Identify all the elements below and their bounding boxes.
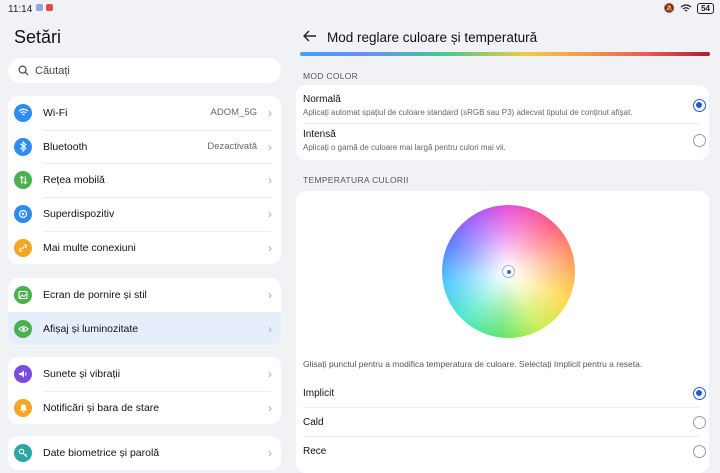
detail-title: Mod reglare culoare și temperatură [327, 30, 538, 45]
radio-warm[interactable] [693, 416, 706, 429]
color-gradient-bar [300, 52, 710, 56]
display-icon [14, 319, 32, 338]
detail-pane: Mod reglare culoare și temperatură MOD C… [290, 0, 720, 473]
sidebar-item-label: Rețea mobilă [43, 174, 105, 187]
superdevice-icon [14, 204, 32, 223]
sidebar-item-bluetooth[interactable]: Bluetooth Dezactivată › [8, 129, 281, 164]
mode-option-title: Intensă [303, 129, 336, 140]
color-temperature-wheel[interactable] [442, 205, 575, 338]
temperature-hint: Glisați punctul pentru a modifica temper… [303, 359, 643, 369]
radio-vivid[interactable] [693, 134, 706, 147]
settings-group-sound: Sunete și vibrații › Notificări și bara … [8, 357, 281, 425]
detail-header: Mod reglare culoare și temperatură [290, 24, 720, 54]
sidebar-item-sounds[interactable]: Sunete și vibrații › [8, 357, 281, 391]
sidebar-item-label: Sunete și vibrații [43, 367, 121, 380]
sidebar-item-mobile-network[interactable]: Rețea mobilă › [8, 163, 281, 197]
search-placeholder: Căutați [35, 64, 70, 77]
home-screen-icon [14, 285, 32, 304]
chevron-right-icon: › [268, 105, 272, 120]
color-wheel-handle[interactable] [502, 265, 515, 278]
bluetooth-icon [14, 137, 32, 156]
search-icon [18, 65, 29, 76]
chevron-right-icon: › [268, 366, 272, 381]
chevron-right-icon: › [268, 240, 272, 255]
radio-default[interactable] [693, 387, 706, 400]
divider [303, 436, 699, 437]
page-title: Setări [14, 27, 62, 47]
sidebar-item-label: Superdispozitiv [43, 207, 115, 220]
sidebar-item-notifications[interactable]: Notificări și bara de stare › [8, 390, 281, 425]
sidebar-item-label: Afișaj și luminozitate [43, 322, 139, 335]
sidebar-item-label: Mai multe conexiuni [43, 241, 136, 254]
temp-option-label[interactable]: Implicit [303, 388, 334, 399]
back-arrow-icon[interactable] [302, 28, 318, 44]
radio-cool[interactable] [693, 445, 706, 458]
sidebar-item-superdevice[interactable]: Superdispozitiv › [8, 197, 281, 231]
chevron-right-icon: › [268, 400, 272, 415]
temp-option-label[interactable]: Cald [303, 417, 324, 428]
radio-normal[interactable] [693, 99, 706, 112]
mobile-network-icon [14, 171, 32, 190]
mode-option-desc: Aplicați automat spațiul de culoare stan… [303, 108, 633, 117]
sidebar-item-wifi[interactable]: Wi-Fi ADOM_5G › [8, 96, 281, 130]
mode-option-desc: Aplicați o gamă de culoare mai largă pen… [303, 143, 506, 152]
chevron-right-icon: › [268, 173, 272, 188]
sidebar-item-display[interactable]: Afișaj și luminozitate › [8, 311, 281, 346]
bell-icon [14, 398, 32, 417]
chevron-right-icon: › [268, 445, 272, 460]
sidebar-item-value: Dezactivată [207, 141, 257, 153]
key-icon [14, 443, 32, 462]
chevron-right-icon: › [268, 139, 272, 154]
sound-icon [14, 364, 32, 383]
sidebar-item-biometrics[interactable]: Date biometrice și parolă › [8, 436, 281, 470]
sidebar-item-label: Wi-Fi [43, 106, 68, 119]
sidebar-item-label: Ecran de pornire și stil [43, 288, 147, 301]
chevron-right-icon: › [268, 287, 272, 302]
settings-group-security: Date biometrice și parolă › [8, 436, 281, 470]
sidebar-item-more-connections[interactable]: Mai multe conexiuni › [8, 230, 281, 265]
search-input[interactable]: Căutați [8, 58, 281, 83]
settings-group-connectivity: Wi-Fi ADOM_5G › Bluetooth Dezactivată › … [8, 96, 281, 265]
settings-sidebar: Setări Căutați Wi-Fi ADOM_5G › Bluetooth… [0, 0, 290, 473]
temp-option-label[interactable]: Rece [303, 446, 326, 457]
sidebar-item-label: Date biometrice și parolă [43, 446, 160, 459]
link-icon [14, 238, 32, 257]
mode-option-vivid[interactable]: Intensă Aplicați o gamă de culoare mai l… [303, 129, 506, 152]
chevron-right-icon: › [268, 321, 272, 336]
divider [303, 407, 699, 408]
chevron-right-icon: › [268, 206, 272, 221]
sidebar-item-value: ADOM_5G [210, 107, 257, 119]
settings-group-display: Ecran de pornire și stil › Afișaj și lum… [8, 278, 281, 346]
section-label-color-temperature: TEMPERATURA CULORII [303, 175, 409, 185]
sidebar-item-home-screen[interactable]: Ecran de pornire și stil › [8, 278, 281, 312]
mode-option-title: Normală [303, 94, 341, 105]
sidebar-item-label: Notificări și bara de stare [43, 401, 160, 414]
sidebar-item-label: Bluetooth [43, 140, 88, 153]
divider [303, 123, 699, 124]
mode-option-normal[interactable]: Normală Aplicați automat spațiul de culo… [303, 94, 633, 117]
color-temperature-card: Glisați punctul pentru a modifica temper… [296, 191, 709, 473]
wifi-icon [14, 103, 32, 122]
color-mode-card: Normală Aplicați automat spațiul de culo… [296, 85, 709, 160]
section-label-color-mode: MOD COLOR [303, 71, 359, 81]
